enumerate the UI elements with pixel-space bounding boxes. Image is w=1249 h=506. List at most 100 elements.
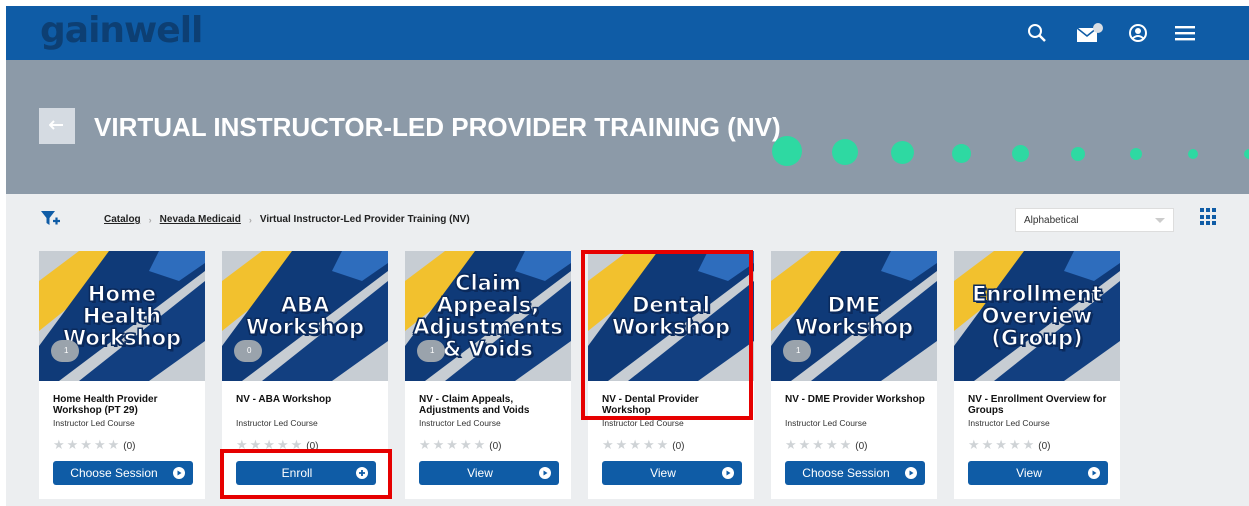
thumbnail-text-line: Adjustments xyxy=(413,315,564,339)
course-thumbnail[interactable]: ABA Workshop 0 xyxy=(222,251,388,381)
course-type: Instructor Led Course xyxy=(419,418,501,428)
choose-session-button[interactable]: Choose Session xyxy=(785,461,925,485)
thumbnail-text-line: Enrollment xyxy=(972,282,1103,306)
course-thumbnail[interactable]: Enrollment Overview (Group) xyxy=(954,251,1120,381)
star-icons: ★★★★★ xyxy=(785,437,854,452)
view-button[interactable]: View xyxy=(968,461,1108,485)
course-type: Instructor Led Course xyxy=(53,418,135,428)
highlight-box-dental xyxy=(581,250,753,420)
course-title[interactable]: NV - Claim Appeals, Adjustments and Void… xyxy=(419,394,559,416)
breadcrumb-catalog[interactable]: Catalog xyxy=(104,214,141,225)
decorative-dot xyxy=(952,144,971,163)
session-count-badge: 0 xyxy=(234,340,262,362)
breadcrumb-separator: › xyxy=(148,214,152,225)
course-type: Instructor Led Course xyxy=(785,418,867,428)
rating-stars: ★★★★★ (0) xyxy=(602,437,685,453)
course-title[interactable]: NV - ABA Workshop xyxy=(236,394,376,405)
account-icon[interactable] xyxy=(1123,18,1153,48)
back-arrow-icon xyxy=(49,120,63,130)
search-icon[interactable] xyxy=(1022,18,1052,48)
thumbnail-text-line: DME xyxy=(827,293,881,317)
thumbnail-text-line: Workshop xyxy=(62,326,182,350)
button-label: View xyxy=(467,466,493,480)
rating-stars: ★★★★★ (0) xyxy=(53,437,136,453)
session-count-badge: 1 xyxy=(51,340,79,362)
thumbnail-text-line: Health xyxy=(82,304,162,328)
rating-count: (0) xyxy=(672,441,685,452)
rating-count: (0) xyxy=(489,441,502,452)
button-label: Choose Session xyxy=(70,466,158,480)
star-icons: ★★★★★ xyxy=(419,437,488,452)
course-card[interactable]: Home Health Workshop 1 Home Health Provider … xyxy=(39,251,205,499)
decorative-dot xyxy=(832,139,858,165)
rating-stars: ★★★★★ (0) xyxy=(968,437,1051,453)
highlight-box-enroll xyxy=(220,449,392,499)
course-title[interactable]: Home Health Provider Workshop (PT 29) xyxy=(53,394,193,416)
thumbnail-text-line: (Group) xyxy=(991,326,1083,350)
course-card[interactable]: Enrollment Overview (Group) NV - Enrollment… xyxy=(954,251,1120,499)
rating-count: (0) xyxy=(855,441,868,452)
play-icon xyxy=(722,467,734,479)
decorative-dot xyxy=(1244,149,1249,159)
page-banner: VIRTUAL INSTRUCTOR-LED PROVIDER TRAINING… xyxy=(6,60,1249,194)
rating-count: (0) xyxy=(123,441,136,452)
choose-session-button[interactable]: Choose Session xyxy=(53,461,193,485)
decorative-dot xyxy=(1012,145,1029,162)
session-count-badge: 1 xyxy=(783,340,811,362)
play-icon xyxy=(905,467,917,479)
filter-add-icon[interactable] xyxy=(39,208,61,230)
course-thumbnail[interactable]: Claim Appeals, Adjustments & Voids 1 xyxy=(405,251,571,381)
thumbnail-text-line: Appeals, xyxy=(436,293,540,317)
session-count-badge: 1 xyxy=(417,340,445,362)
thumbnail-text-line: Workshop xyxy=(245,315,365,339)
button-label: View xyxy=(650,466,676,480)
course-title[interactable]: NV - Enrollment Overview for Groups xyxy=(968,394,1108,416)
breadcrumb-separator: › xyxy=(248,214,252,225)
view-button[interactable]: View xyxy=(419,461,559,485)
course-thumbnail[interactable]: DME Workshop 1 xyxy=(771,251,937,381)
decorative-dot xyxy=(891,141,914,164)
button-label: View xyxy=(1016,466,1042,480)
star-icons: ★★★★★ xyxy=(53,437,122,452)
course-thumbnail[interactable]: Home Health Workshop 1 xyxy=(39,251,205,381)
chevron-down-icon xyxy=(1155,218,1165,223)
play-icon xyxy=(539,467,551,479)
thumbnail-text-line: Workshop xyxy=(794,315,914,339)
sort-select[interactable]: Alphabetical xyxy=(1015,208,1174,232)
button-label: Choose Session xyxy=(802,466,890,480)
back-button[interactable] xyxy=(39,108,75,144)
breadcrumb-nevada-medicaid[interactable]: Nevada Medicaid xyxy=(160,214,241,225)
course-card[interactable]: DME Workshop 1 NV - DME Provider Workshop In… xyxy=(771,251,937,499)
thumbnail-text-line: Home xyxy=(87,282,157,306)
page-title: VIRTUAL INSTRUCTOR-LED PROVIDER TRAINING… xyxy=(94,112,781,142)
course-card[interactable]: Claim Appeals, Adjustments & Voids 1 NV - Cla… xyxy=(405,251,571,499)
course-title[interactable]: NV - DME Provider Workshop xyxy=(785,394,925,405)
decorative-dot xyxy=(1071,147,1085,161)
thumbnail-text-line: Claim xyxy=(455,271,522,295)
decorative-dot xyxy=(1130,148,1142,160)
messages-icon[interactable] xyxy=(1075,18,1105,48)
gainwell-logo[interactable]: gainwell xyxy=(40,10,203,51)
course-type: Instructor Led Course xyxy=(236,418,318,428)
view-button[interactable]: View xyxy=(602,461,742,485)
decorative-dot xyxy=(1188,149,1198,159)
rating-stars: ★★★★★ (0) xyxy=(419,437,502,453)
rating-stars: ★★★★★ (0) xyxy=(785,437,868,453)
star-icons: ★★★★★ xyxy=(602,437,671,452)
course-thumbnail-title: Enrollment Overview (Group) xyxy=(954,251,1120,381)
top-bar: gainwell xyxy=(6,6,1249,60)
sort-selected-value: Alphabetical xyxy=(1024,215,1079,226)
thumbnail-text-line: & Voids xyxy=(443,337,534,361)
grid-view-icon[interactable] xyxy=(1200,208,1218,226)
rating-count: (0) xyxy=(1038,441,1051,452)
thumbnail-text-line: Overview xyxy=(981,304,1093,328)
menu-icon[interactable] xyxy=(1170,18,1200,48)
play-icon xyxy=(173,467,185,479)
thumbnail-text-line: ABA xyxy=(280,293,330,317)
play-icon xyxy=(1088,467,1100,479)
star-icons: ★★★★★ xyxy=(968,437,1037,452)
decorative-dot xyxy=(772,136,802,166)
course-type: Instructor Led Course xyxy=(968,418,1050,428)
breadcrumb: Catalog › Nevada Medicaid › Virtual Inst… xyxy=(104,214,470,225)
breadcrumb-current: Virtual Instructor-Led Provider Training… xyxy=(259,214,470,225)
